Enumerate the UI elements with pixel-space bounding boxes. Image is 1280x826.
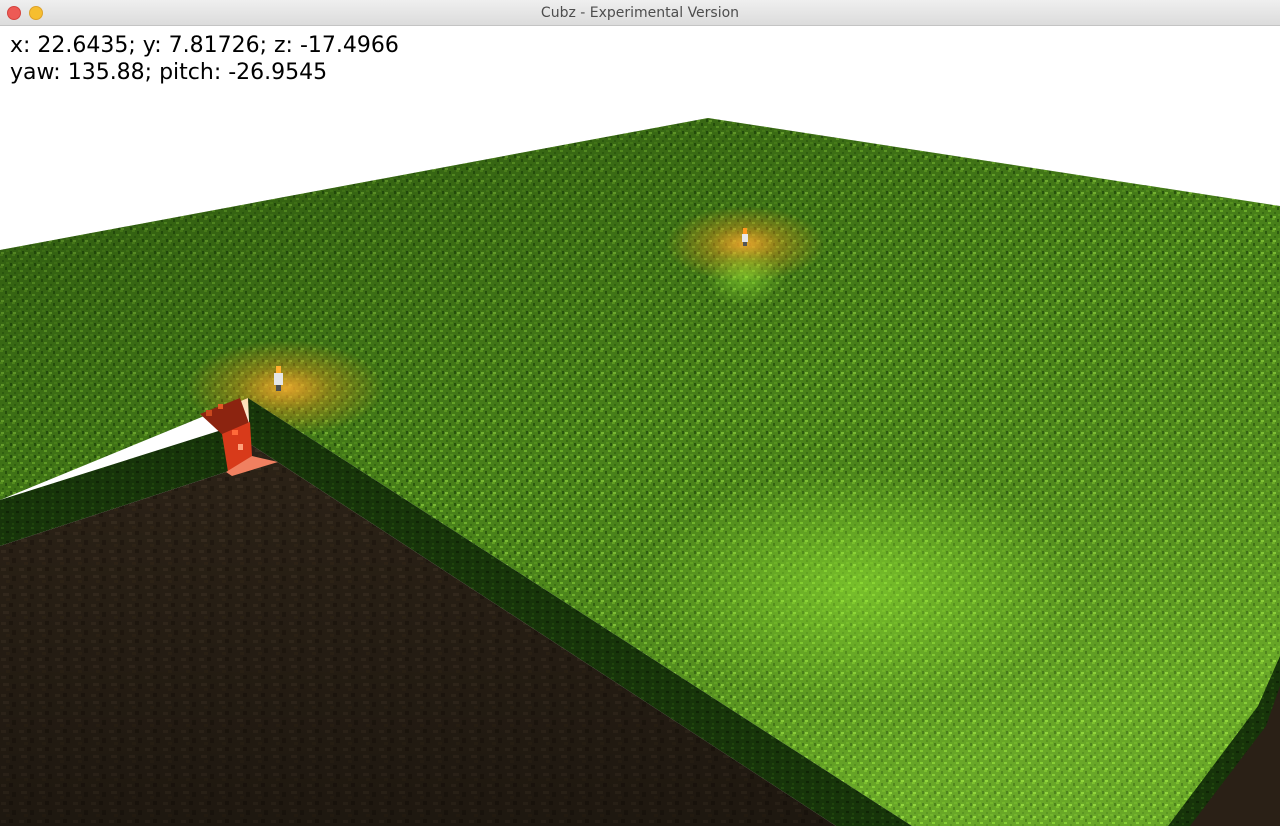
game-window: Cubz - Experimental Version x: 22.6435; … — [0, 0, 1280, 826]
debug-hud: x: 22.6435; y: 7.81726; z: -17.4966 yaw:… — [10, 32, 399, 86]
orientation-readout: yaw: 135.88; pitch: -26.9545 — [10, 60, 328, 85]
position-readout: x: 22.6435; y: 7.81726; z: -17.4966 — [10, 33, 399, 58]
grass-highlight-far — [705, 246, 785, 306]
scene-canvas — [0, 118, 1280, 826]
window-title: Cubz - Experimental Version — [540, 5, 740, 21]
grass-highlight-center — [640, 466, 1080, 706]
title-bar[interactable]: Cubz - Experimental Version — [0, 0, 1280, 26]
game-viewport[interactable]: x: 22.6435; y: 7.81726; z: -17.4966 yaw:… — [0, 26, 1280, 826]
